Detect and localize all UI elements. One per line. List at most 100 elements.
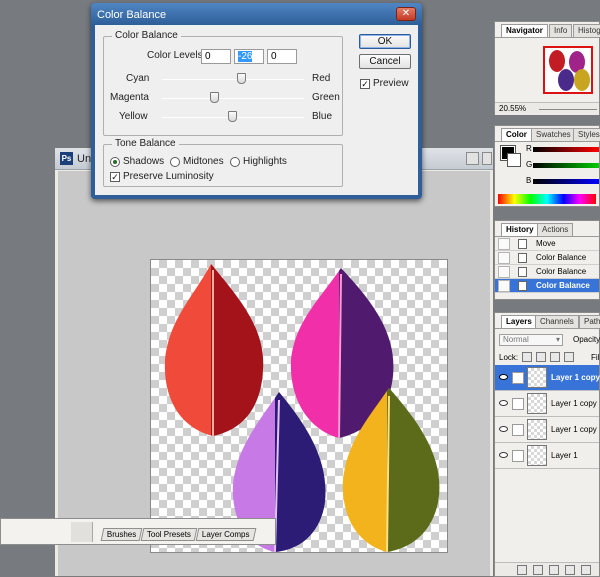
navigator-thumbnail: [549, 50, 590, 91]
adjustment-icon: [518, 267, 527, 277]
color-balance-dialog: Color Balance ✕ Color Balance Color Leve…: [91, 3, 422, 199]
navigator-preview[interactable]: [543, 46, 593, 94]
tone-balance-group: Tone Balance Shadows Midtones Highlights…: [103, 138, 343, 187]
tab-tool-presets[interactable]: Tool Presets: [140, 528, 198, 541]
preserve-luminosity-label: Preserve Luminosity: [123, 171, 214, 182]
magenta-green-slider-thumb[interactable]: [209, 92, 219, 103]
tab-paths[interactable]: Paths: [579, 315, 600, 328]
level-magenta-green-field[interactable]: -26: [234, 49, 264, 64]
history-item[interactable]: Color Balance: [495, 251, 599, 265]
highlights-label: Highlights: [243, 156, 287, 167]
cyan-red-slider-thumb[interactable]: [236, 73, 246, 84]
zoom-slider[interactable]: [539, 109, 597, 110]
layers-footer: [495, 562, 599, 576]
color-levels-label: Color Levels:: [147, 50, 206, 61]
tab-history[interactable]: History: [501, 223, 539, 236]
fill-label: Fil: [591, 353, 600, 362]
layer-row[interactable]: Layer 1 copy: [495, 391, 599, 417]
blue-channel-slider[interactable]: [533, 179, 599, 184]
shadows-label: Shadows: [123, 156, 165, 167]
chevron-down-icon: ▾: [555, 335, 560, 344]
visibility-eye-icon[interactable]: [499, 374, 508, 380]
palette-well-icon[interactable]: [71, 522, 93, 542]
tab-layer-comps[interactable]: Layer Comps: [195, 528, 256, 541]
close-icon[interactable]: ✕: [396, 7, 416, 21]
color-panel: Color Swatches Styles R G B: [494, 125, 600, 207]
lock-transparency-icon[interactable]: [522, 352, 532, 362]
red-leaf: [164, 264, 264, 436]
level-cyan-red-field[interactable]: 0: [201, 49, 231, 64]
document-window: Ps Unt: [54, 147, 494, 577]
brush-icon: [512, 372, 524, 384]
channel-b-label: B: [526, 176, 532, 185]
opacity-label: Opacity: [573, 335, 600, 344]
history-item-selected[interactable]: Color Balance: [495, 279, 599, 293]
link-layers-icon[interactable]: [517, 565, 527, 575]
shadows-radio[interactable]: [110, 157, 120, 167]
tab-color[interactable]: Color: [501, 128, 532, 141]
visibility-eye-icon[interactable]: [499, 426, 508, 432]
lock-all-icon[interactable]: [564, 352, 574, 362]
ok-button[interactable]: OK: [359, 34, 411, 49]
layer-thumbnail: [527, 419, 547, 440]
background-color-swatch[interactable]: [507, 153, 521, 167]
yellow-blue-slider-thumb[interactable]: [228, 111, 237, 122]
slider-magenta-label: Magenta: [110, 92, 149, 103]
tab-layers[interactable]: Layers: [501, 315, 537, 328]
layer-row[interactable]: Layer 1: [495, 443, 599, 469]
tab-info[interactable]: Info: [549, 24, 573, 37]
color-balance-group-label: Color Balance: [112, 30, 181, 41]
maximize-icon[interactable]: [482, 152, 492, 165]
dialog-title: Color Balance: [97, 9, 167, 21]
lock-label: Lock:: [499, 353, 519, 362]
red-channel-slider[interactable]: [533, 147, 599, 152]
move-tool-icon: [518, 239, 527, 249]
canvas-area: [58, 171, 490, 576]
new-group-icon[interactable]: [565, 565, 575, 575]
slider-blue-label: Blue: [312, 111, 333, 122]
new-layer-icon[interactable]: [581, 565, 591, 575]
visibility-eye-icon[interactable]: [499, 400, 508, 406]
midtones-radio[interactable]: [170, 157, 180, 167]
lock-move-icon[interactable]: [550, 352, 560, 362]
tab-swatches[interactable]: Swatches: [531, 128, 576, 141]
preserve-luminosity-checkbox[interactable]: ✓: [110, 172, 120, 182]
adjustment-icon: [518, 253, 527, 263]
level-yellow-blue-field[interactable]: 0: [267, 49, 297, 64]
tab-histogram[interactable]: Histogra: [573, 24, 600, 37]
adjustment-icon: [518, 281, 527, 291]
lock-brush-icon[interactable]: [536, 352, 546, 362]
slider-cyan-label: Cyan: [126, 73, 150, 84]
history-panel: History Actions Move Color Balance Color…: [494, 220, 600, 300]
zoom-level[interactable]: 20.55%: [499, 104, 526, 113]
tab-styles[interactable]: Styles: [573, 128, 600, 141]
blend-mode-select[interactable]: Normal ▾: [499, 334, 563, 346]
midtones-label: Midtones: [183, 156, 224, 167]
color-spectrum-bar[interactable]: [498, 194, 596, 204]
visibility-eye-icon[interactable]: [499, 452, 508, 458]
minimize-icon[interactable]: [466, 152, 479, 165]
green-channel-slider[interactable]: [533, 163, 599, 168]
tab-brushes[interactable]: Brushes: [100, 528, 143, 541]
tab-channels[interactable]: Channels: [535, 315, 579, 328]
layer-row[interactable]: Layer 1 copy: [495, 417, 599, 443]
image-canvas[interactable]: [150, 259, 448, 553]
layer-row-selected[interactable]: Layer 1 copy: [495, 365, 600, 391]
preview-checkbox[interactable]: ✓: [360, 79, 370, 89]
tab-actions[interactable]: Actions: [537, 223, 574, 236]
cancel-button[interactable]: Cancel: [359, 54, 411, 69]
channel-r-label: R: [526, 144, 532, 153]
photoshop-app-icon: Ps: [60, 152, 73, 165]
layer-mask-icon[interactable]: [549, 565, 559, 575]
highlights-radio[interactable]: [230, 157, 240, 167]
layer-thumbnail: [527, 367, 547, 388]
tab-navigator[interactable]: Navigator: [501, 24, 548, 37]
history-item[interactable]: Color Balance: [495, 265, 599, 279]
navigator-panel: Navigator Info Histogra 20.55%: [494, 21, 600, 115]
layer-style-icon[interactable]: [533, 565, 543, 575]
cyan-red-slider-track[interactable]: [162, 79, 304, 80]
dialog-title-bar[interactable]: Color Balance ✕: [91, 3, 422, 25]
magenta-green-slider-track[interactable]: [162, 98, 304, 99]
channel-g-label: G: [526, 160, 533, 169]
history-item[interactable]: Move: [495, 237, 599, 251]
